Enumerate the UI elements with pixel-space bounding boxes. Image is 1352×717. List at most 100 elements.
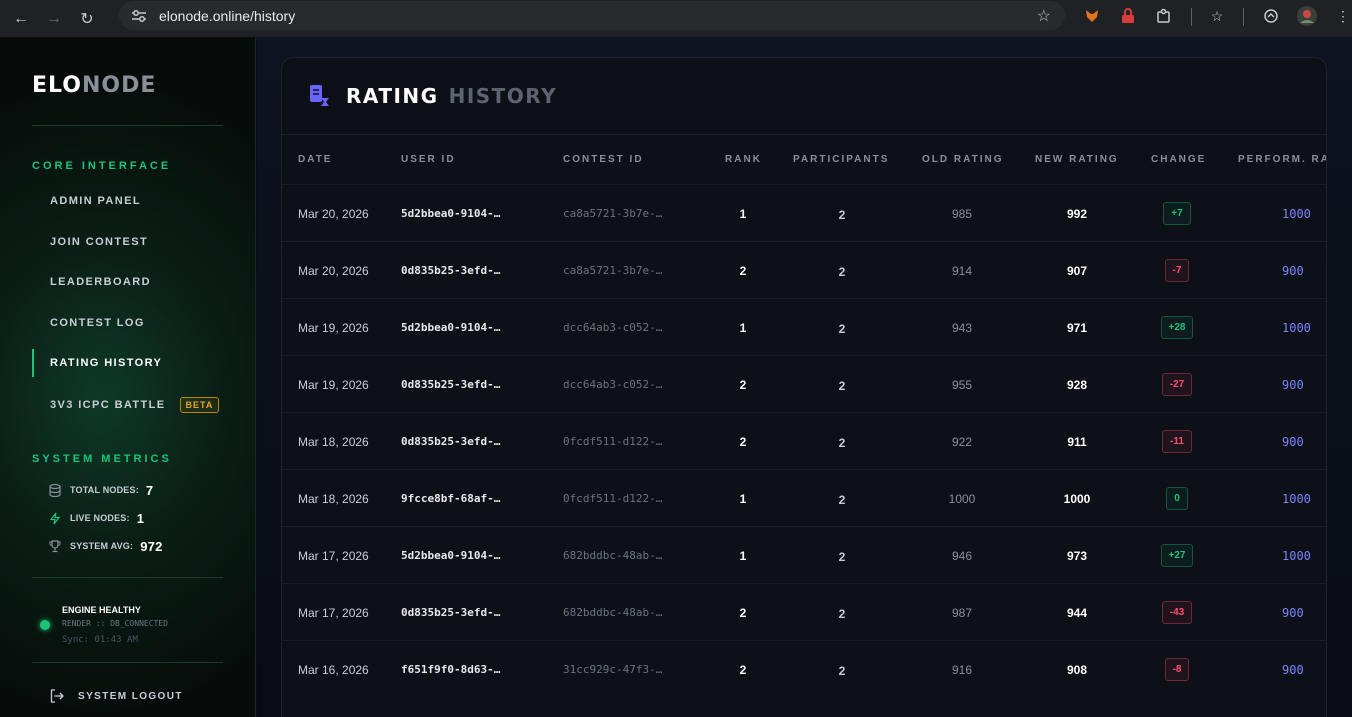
logout-button[interactable]: SYSTEM LOGOUT — [50, 689, 183, 703]
nav-3v3-icpc-battle[interactable]: 3V3 ICPC BATTLE BETA — [32, 391, 223, 419]
cell-contest-id: ca8a5721-3b7e-… — [563, 264, 663, 277]
app-logo[interactable]: ELONODE — [32, 73, 156, 98]
cell-date: Mar 16, 2026 — [298, 662, 369, 677]
column-header-date[interactable]: DATE — [298, 154, 332, 165]
panel-header: RATING HISTORY — [282, 58, 1326, 135]
nav-join-contest[interactable]: JOIN CONTEST — [32, 228, 223, 256]
nav-rating-history[interactable]: RATING HISTORY — [32, 349, 223, 377]
extensions-puzzle-icon[interactable] — [1154, 6, 1174, 26]
column-header-old-rating[interactable]: OLD RATING — [922, 154, 1003, 165]
cell-date: Mar 20, 2026 — [298, 206, 369, 221]
divider — [32, 662, 223, 663]
nav-leaderboard[interactable]: LEADERBOARD — [32, 268, 223, 296]
rating-change-badge: 0 — [1166, 487, 1188, 510]
cell-new-rating: 992 — [1066, 206, 1088, 221]
address-bar[interactable]: elonode.online/history ☆ — [119, 1, 1065, 30]
column-header-rank[interactable]: RANK — [725, 154, 762, 165]
column-header-performance[interactable]: PERFORM. RA — [1238, 154, 1326, 165]
cell-user-id: 5d2bbea0-9104-… — [401, 207, 501, 220]
cell-contest-id: dcc64ab3-c052-… — [563, 321, 663, 334]
cell-new-rating: 973 — [1066, 548, 1088, 563]
table-row[interactable]: Mar 18, 2026 0d835b25-3efd-… 0fcdf511-d122… — [282, 412, 1326, 470]
profile-avatar-icon[interactable] — [1297, 6, 1317, 26]
engine-status-detail: RENDER :: DB_CONNECTED — [62, 619, 168, 628]
cell-old-rating: 914 — [951, 263, 973, 278]
table-row[interactable]: Mar 19, 2026 0d835b25-3efd-… dcc64ab3-c052… — [282, 355, 1326, 412]
engine-status-indicator — [40, 620, 50, 630]
table-row[interactable]: Mar 20, 2026 5d2bbea0-9104-… ca8a5721-3b7e… — [282, 184, 1326, 242]
rating-change-badge: +7 — [1163, 202, 1191, 225]
table-row[interactable]: Mar 18, 2026 9fcce8bf-68af-… 0fcdf511-d122… — [282, 469, 1326, 527]
table-row[interactable]: Mar 17, 2026 5d2bbea0-9104-… 682bddbc-48ab… — [282, 526, 1326, 584]
browser-menu-icon[interactable]: ⋮ — [1333, 6, 1352, 26]
cell-performance: 900 — [1282, 377, 1304, 392]
table-row[interactable]: Mar 17, 2026 0d835b25-3efd-… 682bddbc-48ab… — [282, 583, 1326, 641]
cell-rank: 2 — [739, 263, 747, 278]
main-content: RATING HISTORY DATE USER ID CONTEST ID R… — [257, 37, 1352, 717]
metamask-extension-icon[interactable] — [1082, 6, 1102, 26]
cell-performance: 1000 — [1282, 548, 1311, 563]
cell-participants: 2 — [838, 492, 846, 507]
cell-participants: 2 — [838, 207, 846, 222]
back-icon[interactable]: ← — [9, 7, 33, 31]
nav-contest-log[interactable]: CONTEST LOG — [32, 309, 223, 337]
column-header-change[interactable]: CHANGE — [1151, 154, 1206, 165]
nav-item-label: 3V3 ICPC BATTLE — [50, 399, 166, 411]
lock-extension-icon[interactable] — [1118, 6, 1138, 26]
nav-admin-panel[interactable]: ADMIN PANEL — [32, 187, 223, 215]
cell-performance: 1000 — [1282, 206, 1311, 221]
rating-history-panel: RATING HISTORY DATE USER ID CONTEST ID R… — [281, 57, 1327, 717]
logout-icon — [50, 689, 64, 703]
cell-date: Mar 19, 2026 — [298, 377, 369, 392]
cell-old-rating: 955 — [951, 377, 973, 392]
core-interface-heading: CORE INTERFACE — [32, 160, 172, 172]
table-row[interactable]: Mar 19, 2026 5d2bbea0-9104-… dcc64ab3-c052… — [282, 298, 1326, 356]
sidebar: ELONODE CORE INTERFACE ADMIN PANEL JOIN … — [0, 37, 256, 717]
cell-change: -43 — [1152, 584, 1202, 641]
database-icon — [48, 483, 62, 497]
column-header-contest-id[interactable]: CONTEST ID — [563, 154, 644, 165]
metric-label: SYSTEM AVG: — [70, 541, 134, 551]
rating-change-badge: +28 — [1160, 316, 1194, 339]
cell-old-rating: 946 — [951, 548, 973, 563]
table-row[interactable]: Mar 16, 2026 f651f9f0-8d63-… 31cc929c-47f3… — [282, 640, 1326, 697]
cell-performance: 900 — [1282, 662, 1304, 677]
cell-change: -11 — [1152, 413, 1202, 470]
url-text[interactable]: elonode.online/history — [159, 8, 295, 24]
cell-rank: 1 — [739, 206, 747, 221]
cell-user-id: 9fcce8bf-68af-… — [401, 492, 501, 505]
cell-date: Mar 17, 2026 — [298, 548, 369, 563]
table-row[interactable]: Mar 20, 2026 0d835b25-3efd-… ca8a5721-3b7e… — [282, 241, 1326, 298]
metric-value: 7 — [145, 482, 154, 498]
site-settings-icon[interactable] — [131, 9, 147, 23]
table-header: DATE USER ID CONTEST ID RANK PARTICIPANT… — [282, 136, 1326, 184]
metric-label: LIVE NODES: — [70, 513, 130, 523]
column-header-participants[interactable]: PARTICIPANTS — [793, 154, 889, 165]
cell-rank: 1 — [739, 491, 747, 506]
lightning-icon — [48, 511, 62, 525]
cell-new-rating: 928 — [1066, 377, 1088, 392]
cell-change: 0 — [1152, 470, 1202, 527]
bookmark-star-icon[interactable]: ☆ — [1037, 6, 1051, 26]
cell-change: +28 — [1152, 299, 1202, 356]
column-header-new-rating[interactable]: NEW RATING — [1035, 154, 1119, 165]
cell-contest-id: 682bddbc-48ab-… — [563, 549, 663, 562]
cell-change: +7 — [1152, 185, 1202, 242]
cell-new-rating: 907 — [1066, 263, 1088, 278]
sync-icon[interactable] — [1261, 6, 1281, 26]
cell-date: Mar 18, 2026 — [298, 491, 369, 506]
forward-icon[interactable]: → — [42, 7, 66, 31]
cell-user-id: 0d835b25-3efd-… — [401, 378, 501, 391]
reload-icon[interactable]: ↻ — [75, 7, 99, 31]
divider — [32, 577, 223, 578]
logout-label: SYSTEM LOGOUT — [78, 690, 183, 702]
page-title-suffix: HISTORY — [448, 84, 558, 108]
cell-change: +27 — [1152, 527, 1202, 584]
bookmarks-star-icon[interactable]: ☆ — [1207, 6, 1227, 26]
cell-performance: 900 — [1282, 434, 1304, 449]
rating-change-badge: -27 — [1161, 373, 1193, 396]
cell-performance: 900 — [1282, 605, 1304, 620]
metric-system-avg: SYSTEM AVG: 972 — [48, 537, 163, 555]
cell-participants: 2 — [838, 321, 846, 336]
column-header-user-id[interactable]: USER ID — [401, 154, 456, 165]
